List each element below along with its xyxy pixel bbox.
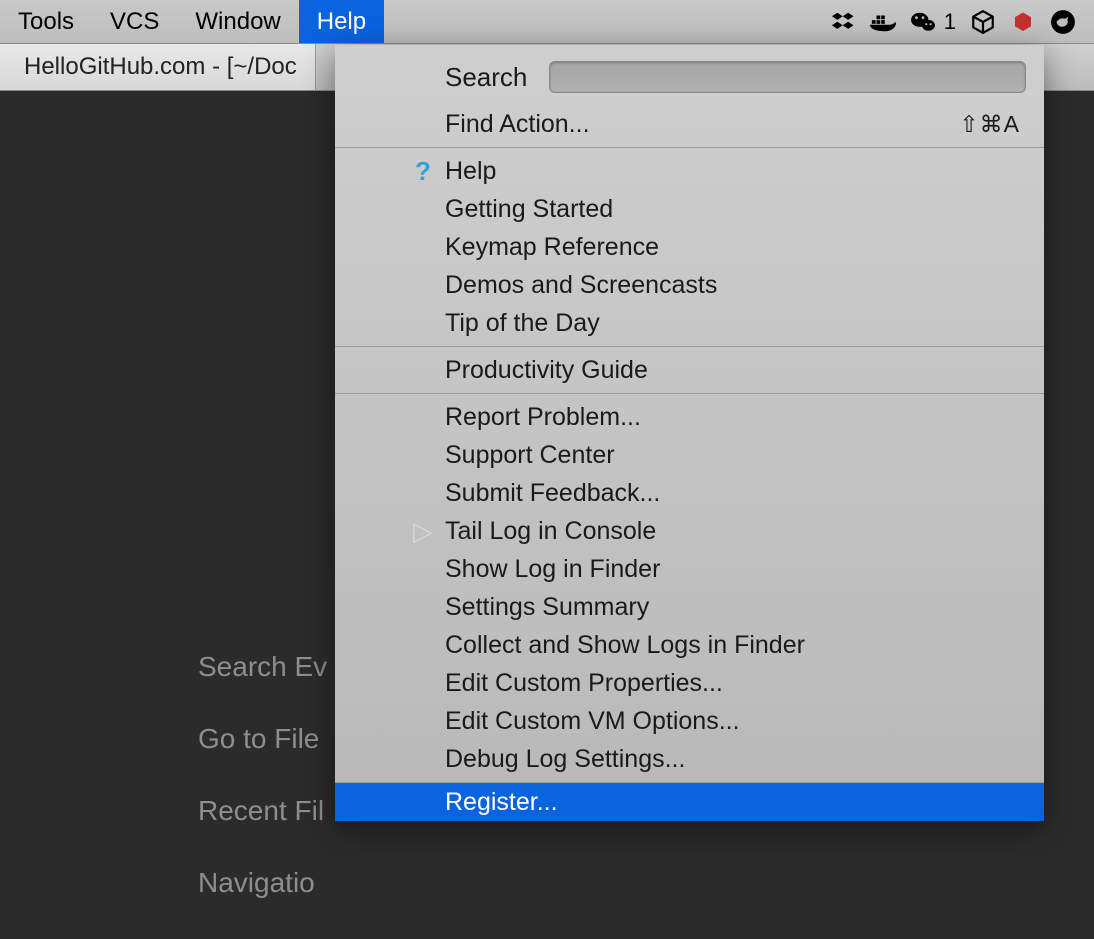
dropdown-section-productivity: Productivity Guide <box>335 347 1044 394</box>
help-search-row: Search <box>335 49 1044 105</box>
menu-item-label: Edit Custom Properties... <box>445 669 723 698</box>
question-icon: ? <box>409 157 437 185</box>
dropdown-section-help: ? Help Getting Started Keymap Reference … <box>335 148 1044 347</box>
menu-debug-log-settings[interactable]: Debug Log Settings... <box>335 740 1044 778</box>
menu-item-label: Edit Custom VM Options... <box>445 707 740 736</box>
menu-help-item[interactable]: ? Help <box>335 152 1044 190</box>
menu-show-log-finder[interactable]: Show Log in Finder <box>335 550 1044 588</box>
menu-item-label: Keymap Reference <box>445 233 659 262</box>
menu-support-center[interactable]: Support Center <box>335 436 1044 474</box>
menu-find-action[interactable]: Find Action... ⇧⌘A <box>335 105 1044 143</box>
menu-item-label: Settings Summary <box>445 593 649 622</box>
hint-navigation: Navigatio <box>198 867 327 899</box>
menu-getting-started[interactable]: Getting Started <box>335 190 1044 228</box>
menu-item-label: Getting Started <box>445 195 613 224</box>
menu-item-label: Register... <box>445 788 558 817</box>
editor-tab[interactable]: HelloGitHub.com - [~/Doc <box>0 44 316 90</box>
menu-item-label: Show Log in Finder <box>445 555 660 584</box>
menu-tail-log[interactable]: ▷ Tail Log in Console <box>335 512 1044 550</box>
menu-item-label: Support Center <box>445 441 615 470</box>
bird-icon[interactable] <box>1050 9 1076 35</box>
menu-window[interactable]: Window <box>177 0 298 43</box>
help-dropdown: Search Find Action... ⇧⌘A ? Help Getting… <box>335 45 1044 821</box>
menubar: Tools VCS Window Help 1 ⬢ <box>0 0 1094 44</box>
menu-tip-of-day[interactable]: Tip of the Day <box>335 304 1044 342</box>
dropbox-icon[interactable] <box>830 9 856 35</box>
menu-item-label: Collect and Show Logs in Finder <box>445 631 805 660</box>
menu-report-problem[interactable]: Report Problem... <box>335 398 1044 436</box>
menu-item-label: Submit Feedback... <box>445 479 660 508</box>
dropdown-section-register: Register... <box>335 783 1044 821</box>
flag-icon: ▷ <box>409 517 437 545</box>
menu-edit-custom-vm-options[interactable]: Edit Custom VM Options... <box>335 702 1044 740</box>
menu-demos-screencasts[interactable]: Demos and Screencasts <box>335 266 1044 304</box>
tab-title: HelloGitHub.com - [~/Doc <box>24 53 297 81</box>
menu-item-label: Report Problem... <box>445 403 641 432</box>
menu-register[interactable]: Register... <box>335 783 1044 821</box>
menu-item-label: Tip of the Day <box>445 309 600 338</box>
docker-icon[interactable] <box>870 9 896 35</box>
menu-vcs[interactable]: VCS <box>92 0 177 43</box>
menu-submit-feedback[interactable]: Submit Feedback... <box>335 474 1044 512</box>
plugin-icon[interactable]: ⬢ <box>1010 9 1036 35</box>
menubar-left: Tools VCS Window Help <box>0 0 384 43</box>
menu-item-label: Find Action... <box>445 110 590 139</box>
dropdown-section-search: Search Find Action... ⇧⌘A <box>335 45 1044 148</box>
menu-item-label: Help <box>445 157 496 186</box>
wechat-icon[interactable] <box>910 9 936 35</box>
menu-productivity-guide[interactable]: Productivity Guide <box>335 351 1044 389</box>
tray-badge-count: 1 <box>944 9 956 35</box>
menubar-tray: 1 ⬢ <box>830 9 1094 35</box>
menu-tools[interactable]: Tools <box>0 0 92 43</box>
menu-item-label: Tail Log in Console <box>445 517 656 546</box>
dropdown-section-support: Report Problem... Support Center Submit … <box>335 394 1044 783</box>
menu-item-label: Demos and Screencasts <box>445 271 717 300</box>
cube-icon[interactable] <box>970 9 996 35</box>
menu-edit-custom-properties[interactable]: Edit Custom Properties... <box>335 664 1044 702</box>
help-search-label: Search <box>445 62 527 93</box>
menu-collect-show-logs[interactable]: Collect and Show Logs in Finder <box>335 626 1044 664</box>
welcome-hints: Search Ev Go to File Recent Fil Navigati… <box>198 651 327 939</box>
menu-item-label: Productivity Guide <box>445 356 648 385</box>
help-search-input[interactable] <box>549 61 1026 93</box>
menu-keymap-reference[interactable]: Keymap Reference <box>335 228 1044 266</box>
shortcut-label: ⇧⌘A <box>959 111 1020 138</box>
menu-help[interactable]: Help <box>299 0 384 43</box>
hint-search-everywhere: Search Ev <box>198 651 327 683</box>
hint-go-to-file: Go to File <box>198 723 327 755</box>
menu-settings-summary[interactable]: Settings Summary <box>335 588 1044 626</box>
hint-recent-files: Recent Fil <box>198 795 327 827</box>
menu-item-label: Debug Log Settings... <box>445 745 685 774</box>
